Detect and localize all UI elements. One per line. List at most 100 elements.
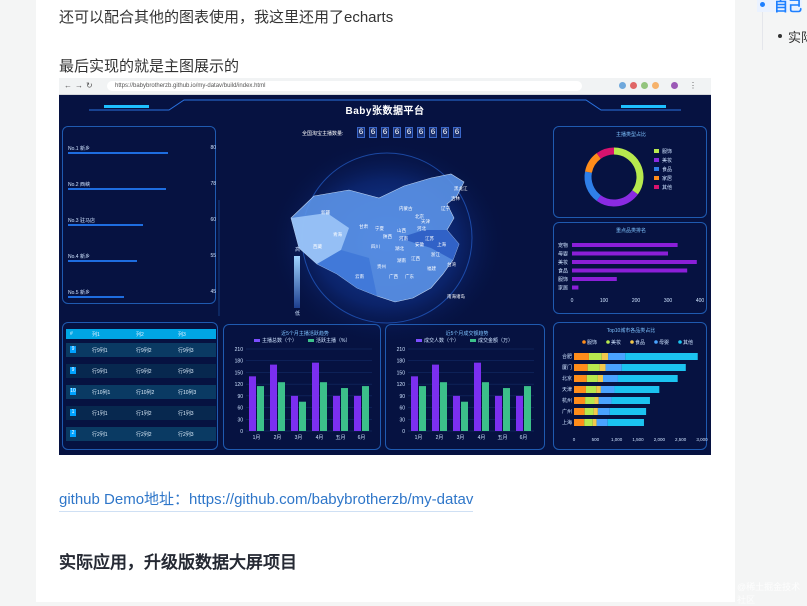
bar-x-tick-label: 五月	[497, 435, 507, 441]
table-cell: 行9列1	[92, 369, 108, 375]
counter-digit: 6	[369, 127, 377, 138]
stacked-category-label: 厦门	[562, 364, 572, 371]
province-label: 上海	[437, 242, 446, 247]
row-index-badge: 1	[70, 409, 76, 416]
profile-avatar-icon[interactable]	[671, 82, 678, 89]
province-label: 青海	[333, 232, 342, 237]
donut-legend-swatch	[654, 167, 659, 171]
province-label: 天津	[421, 219, 430, 224]
stacked-segment	[574, 364, 588, 371]
stacked-tick-label: 2,500	[675, 437, 687, 442]
bar-series-b	[320, 382, 327, 431]
province-label: 广西	[389, 274, 398, 279]
toc-item-1[interactable]: 自己	[774, 0, 802, 16]
province-label: 云南	[355, 274, 364, 279]
table-of-contents: 自己 实际	[752, 0, 807, 602]
extension-icon[interactable]	[619, 82, 626, 89]
ranking-row: No.2 西峡 78	[68, 181, 216, 190]
counter-digit: 6	[453, 127, 461, 138]
stacked-segment	[611, 397, 650, 404]
bar-y-tick-label: 90	[399, 394, 405, 400]
province-label: 湖北	[395, 246, 404, 251]
browser-toolbar: ← → ↻ https://babybrotherzb.github.io/my…	[59, 78, 711, 95]
stacked-segment	[574, 375, 587, 382]
table-row: 2 行2列1 行2列2 行2列3	[66, 427, 216, 441]
toc-dot	[778, 34, 782, 38]
ranking-value: 78	[210, 181, 216, 187]
table-row: 9 行9列1 行9列2 行9列3	[66, 364, 216, 378]
bar-series-b	[278, 382, 285, 431]
bar-y-tick-label: 30	[237, 417, 243, 423]
menu-icon[interactable]: ⋮	[689, 81, 697, 91]
map-caption: 全国淘宝主播数量:	[302, 131, 344, 137]
bar-y-tick-label: 0	[402, 429, 405, 435]
extension-icon[interactable]	[630, 82, 637, 89]
hbar-tick-label: 200	[632, 298, 641, 304]
stacked-category-label: 广州	[562, 408, 572, 415]
stacked-legend-swatch	[582, 340, 586, 344]
stacked-segment	[592, 419, 597, 426]
table-cell: 行2列3	[178, 432, 194, 438]
stacked-category-label: 北京	[562, 375, 572, 382]
toc-dot-active	[760, 2, 765, 7]
bar-legend-swatch	[308, 339, 314, 342]
stacked-segment	[584, 419, 593, 426]
donut-legend-label: 美妆	[662, 157, 672, 164]
category-bar-panel: 重点品类排名 宠物 母婴 美妆 食品 服饰 家居 0 100 200 300 400	[553, 222, 707, 314]
hbar-category-label: 食品	[558, 268, 568, 275]
bar-legend-label: 主播总数（个）	[262, 337, 297, 344]
bar-series-b	[257, 386, 264, 431]
paragraph-echarts: 还可以配合其他的图表使用，我这里还用了echarts	[59, 9, 394, 26]
province-label: 四川	[371, 244, 380, 249]
reload-icon[interactable]: ↻	[86, 81, 93, 91]
stacked-segment	[596, 419, 608, 426]
dashboard-screenshot: ← → ↻ https://babybrotherzb.github.io/my…	[59, 78, 711, 455]
bar-series-a	[249, 376, 256, 431]
extension-icon[interactable]	[652, 82, 659, 89]
stacked-bar-chart: Top10城市各品类占比服饰 美妆 食品 母婴 其他合肥厦门北京天津杭州广州上海 0 500…	[562, 327, 708, 442]
extension-icon[interactable]	[641, 82, 648, 89]
table-cell: 行1列1	[92, 411, 108, 417]
stacked-segment	[574, 397, 586, 404]
data-table-panel: # 列1 列2 列3 9 行9列1 行9列2 行9列3 9 行9列1 行9列2 行9列3 10 行10列…	[62, 322, 218, 450]
stacked-segment	[596, 386, 601, 393]
bar-series-b	[503, 388, 510, 431]
stacked-segment	[587, 364, 600, 371]
forward-arrow-icon[interactable]: →	[75, 81, 83, 91]
bar-chart-title: 近5个月成交额趋势	[446, 330, 489, 337]
bar-legend-label: 活跃主播（%）	[316, 337, 350, 344]
counter-digit: 6	[417, 127, 425, 138]
stacked-tick-label: 500	[592, 437, 600, 442]
bar-y-tick-label: 150	[235, 370, 244, 376]
stacked-segment	[599, 364, 606, 371]
ranking-row: No.4 新乡 55	[68, 253, 216, 262]
back-arrow-icon[interactable]: ←	[64, 81, 72, 91]
bar-y-tick-label: 180	[235, 359, 244, 365]
bar-x-tick-label: 4月	[478, 435, 486, 441]
stacked-segment	[607, 419, 644, 426]
ranking-bar	[68, 188, 166, 190]
table-row: 10 行10列1 行10列2 行10列3	[66, 385, 216, 399]
bar-y-tick-label: 210	[397, 347, 406, 353]
donut-slice	[596, 190, 638, 207]
table-row: 1 行1列1 行1列2 行1列3	[66, 406, 216, 420]
category-bar-chart: 宠物母婴美妆食品服饰家居0 100 200 300 400	[558, 242, 704, 304]
province-label: 安徽	[415, 242, 424, 247]
github-demo-link[interactable]: github Demo地址：https://github.com/babybro…	[59, 488, 474, 512]
bar-series-b	[524, 386, 531, 431]
donut-legend-swatch	[654, 158, 659, 162]
toc-item-2[interactable]: 实际	[788, 27, 807, 46]
donut-chart: 服饰美妆食品家居其他	[584, 147, 672, 207]
stacked-segment	[586, 375, 598, 382]
table-cell: 行9列3	[178, 369, 194, 375]
address-bar[interactable]: https://babybrotherzb.github.io/my-datav…	[107, 81, 582, 91]
donut-legend-label: 其他	[662, 184, 672, 191]
stacked-segment	[588, 353, 602, 360]
stacked-tick-label: 1,000	[611, 437, 623, 442]
bar-x-tick-label: 4月	[316, 435, 324, 441]
ranking-bar	[68, 296, 125, 298]
stacked-legend-swatch	[630, 340, 634, 344]
bar-series-a	[312, 362, 319, 431]
bar-series-b	[419, 386, 426, 431]
stacked-legend-swatch	[678, 340, 682, 344]
